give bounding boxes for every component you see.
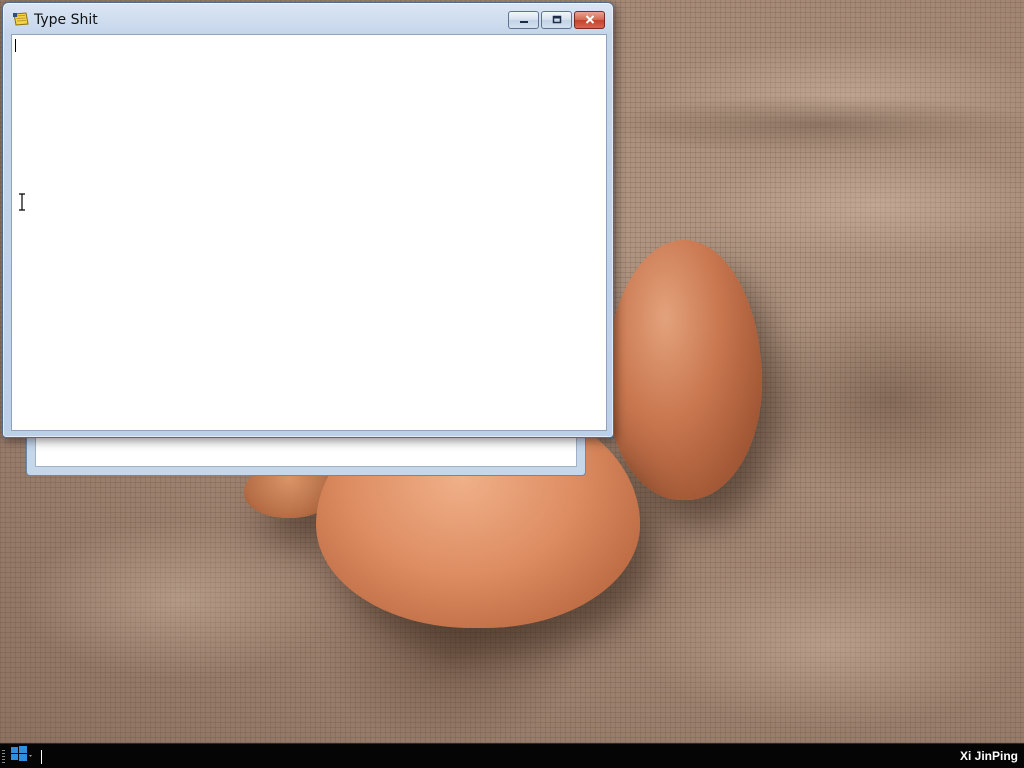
minimize-button[interactable] bbox=[508, 11, 539, 29]
egg-image bbox=[606, 240, 762, 500]
minimize-icon bbox=[519, 11, 529, 29]
maximize-button[interactable] bbox=[541, 11, 572, 29]
fabric-highlight bbox=[20, 520, 340, 680]
maximize-icon bbox=[552, 11, 562, 29]
taskbar: Xi JinPing bbox=[0, 743, 1024, 768]
ibeam-cursor-icon bbox=[17, 193, 27, 211]
notepad-window[interactable]: Type Shit bbox=[2, 2, 614, 438]
fabric-fold bbox=[740, 300, 1024, 500]
caption-buttons bbox=[508, 11, 605, 29]
window-titlebar[interactable]: Type Shit bbox=[3, 3, 613, 33]
fabric-highlight bbox=[640, 560, 1020, 730]
text-caret bbox=[15, 39, 16, 52]
taskbar-grip[interactable] bbox=[2, 750, 5, 764]
taskbar-input-caret bbox=[41, 750, 42, 764]
text-area[interactable] bbox=[11, 34, 607, 431]
window-title: Type Shit bbox=[34, 12, 98, 28]
user-name-label: Xi JinPing bbox=[959, 749, 1018, 763]
close-button[interactable] bbox=[574, 11, 605, 29]
close-icon bbox=[585, 11, 595, 29]
windows-logo-icon bbox=[8, 745, 34, 768]
fabric-highlight bbox=[700, 150, 1024, 260]
start-button[interactable] bbox=[8, 746, 38, 767]
fabric-fold bbox=[600, 95, 1024, 155]
notepad-icon bbox=[12, 12, 30, 26]
